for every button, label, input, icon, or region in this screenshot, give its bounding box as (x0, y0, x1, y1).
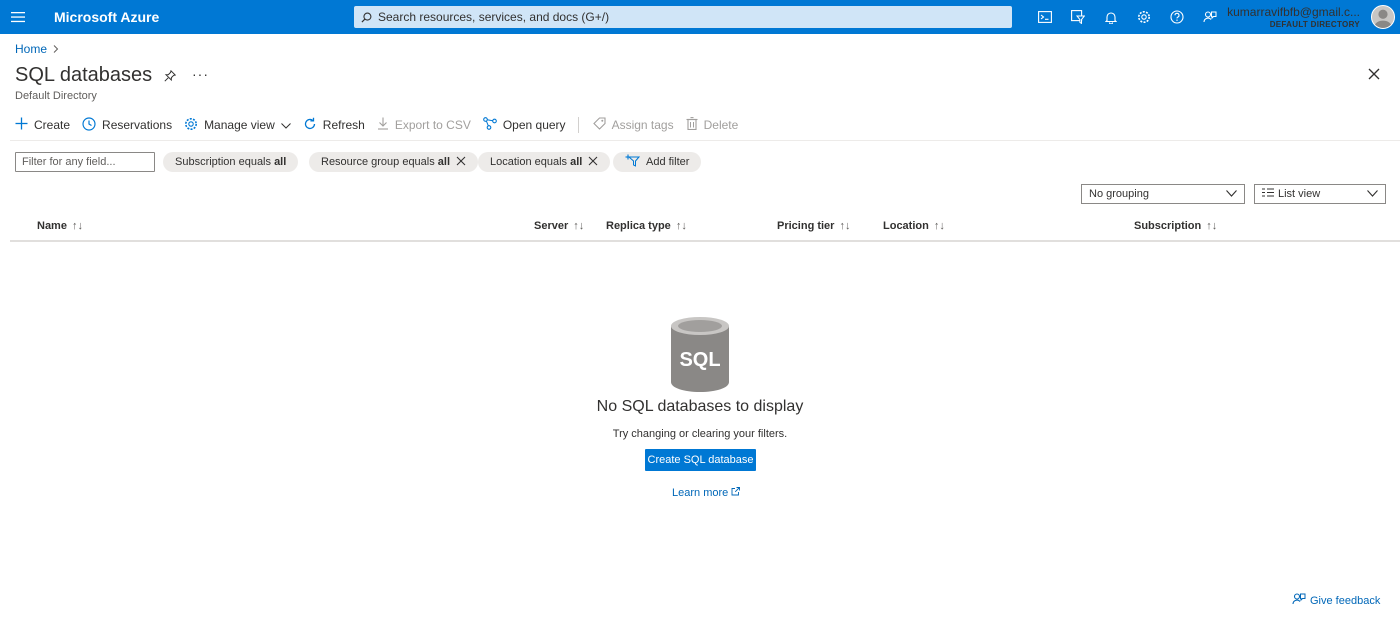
toolbar-divider (577, 117, 579, 133)
toolbar-divider-line (10, 140, 1400, 141)
location-filter-pill[interactable]: Location equals all (478, 152, 611, 172)
column-header-subscription[interactable]: Subscription ↑↓ (1134, 220, 1217, 232)
chevron-down-icon (280, 118, 291, 132)
learn-more-link[interactable]: Learn more (672, 487, 741, 499)
feedback-icon[interactable] (1193, 0, 1226, 34)
remove-filter-icon[interactable] (588, 156, 598, 169)
external-link-icon (731, 487, 741, 499)
help-icon[interactable] (1160, 0, 1193, 34)
azure-brand-link[interactable]: Microsoft Azure (54, 9, 344, 25)
reservations-label: Reservations (102, 118, 173, 132)
avatar[interactable] (1371, 5, 1395, 29)
resource-group-filter-pill[interactable]: Resource group equals all (309, 152, 479, 172)
notifications-icon[interactable] (1094, 0, 1127, 34)
breadcrumb-home-link[interactable]: Home (15, 42, 47, 56)
delete-label: Delete (703, 118, 739, 132)
create-sql-database-button[interactable]: Create SQL database (645, 449, 756, 471)
more-options-icon[interactable]: ··· (192, 66, 209, 82)
list-icon (1262, 188, 1274, 200)
column-header-location[interactable]: Location ↑↓ (883, 220, 945, 232)
sql-database-icon: SQL (670, 316, 730, 397)
page-title: SQL databases (15, 64, 153, 86)
chevron-right-icon (53, 42, 59, 56)
resource-group-filter-label: Resource group equals all (321, 156, 451, 168)
grouping-dropdown[interactable]: No grouping (1081, 184, 1245, 204)
account-menu[interactable]: kumarravifbfb@gmail.c... DEFAULT DIRECTO… (1227, 6, 1360, 29)
sort-icon: ↑↓ (573, 220, 585, 232)
view-mode-dropdown[interactable]: List view (1254, 184, 1386, 204)
search-placeholder: Search resources, services, and docs (G+… (378, 10, 610, 24)
view-mode-selected: List view (1262, 188, 1320, 200)
command-bar: Create Reservations Manage view Refresh … (15, 114, 750, 136)
refresh-button[interactable]: Refresh (303, 117, 365, 134)
remove-filter-icon[interactable] (456, 156, 466, 169)
cloud-shell-icon[interactable] (1028, 0, 1061, 34)
column-header-replica-type[interactable]: Replica type ↑↓ (606, 220, 687, 232)
add-filter-icon (625, 154, 641, 170)
manage-view-label: Manage view (204, 118, 275, 132)
subscription-filter-label: Subscription equals all (175, 156, 287, 168)
delete-button[interactable]: Delete (686, 117, 739, 133)
sort-icon: ↑↓ (1206, 220, 1218, 232)
download-icon (377, 117, 389, 133)
learn-more-label: Learn more (672, 487, 729, 499)
sort-icon: ↑↓ (839, 220, 851, 232)
gear-icon (184, 117, 198, 134)
assign-tags-button[interactable]: Assign tags (592, 117, 674, 133)
empty-state-title: No SQL databases to display (596, 398, 804, 415)
trash-icon (686, 117, 698, 133)
search-icon (354, 12, 378, 23)
page-subtitle: Default Directory (15, 90, 97, 102)
grid-header: Name ↑↓ Server ↑↓ Replica type ↑↓ Pricing t… (10, 212, 1400, 242)
refresh-icon (303, 117, 317, 134)
export-csv-button[interactable]: Export to CSV (377, 117, 471, 133)
sql-icon-text: SQL (679, 349, 720, 371)
give-feedback-label: Give feedback (1310, 594, 1381, 607)
top-icon-group (1028, 0, 1226, 34)
subscription-filter-pill[interactable]: Subscription equals all (163, 152, 299, 172)
settings-icon[interactable] (1127, 0, 1160, 34)
reservations-button[interactable]: Reservations (82, 116, 173, 134)
open-query-button[interactable]: Open query (482, 117, 566, 133)
assign-tags-label: Assign tags (611, 118, 674, 132)
close-icon[interactable] (1368, 68, 1380, 83)
sort-icon: ↑↓ (933, 220, 945, 232)
resource-group-filter-value: all (437, 156, 451, 168)
clock-icon (82, 116, 96, 134)
location-filter-label: Location equals all (490, 156, 583, 168)
filter-input[interactable]: Filter for any field... (15, 152, 155, 172)
chevron-down-icon (1367, 188, 1378, 200)
sort-icon: ↑↓ (675, 220, 687, 232)
chevron-down-icon (1226, 188, 1237, 200)
account-email: kumarravifbfb@gmail.c... (1227, 5, 1360, 19)
grouping-value: No grouping (1089, 188, 1149, 200)
add-filter-label: Add filter (646, 156, 690, 168)
subscription-filter-value: all (274, 156, 287, 168)
global-search-input[interactable]: Search resources, services, and docs (G+… (354, 6, 1012, 28)
create-label: Create (34, 118, 71, 132)
add-filter-button[interactable]: Add filter (613, 152, 702, 172)
export-csv-label: Export to CSV (394, 118, 471, 132)
account-directory: DEFAULT DIRECTORY (1269, 20, 1360, 29)
manage-view-button[interactable]: Manage view (184, 117, 291, 134)
view-mode-value: List view (1278, 188, 1321, 200)
plus-icon (15, 117, 28, 133)
column-header-pricing-tier[interactable]: Pricing tier ↑↓ (777, 220, 850, 232)
tag-icon (592, 117, 606, 133)
location-filter-value: all (570, 156, 583, 168)
empty-state-subtitle: Try changing or clearing your filters. (612, 428, 788, 440)
breadcrumb: Home (15, 42, 59, 56)
portal-menu-icon[interactable] (0, 0, 36, 34)
column-header-name[interactable]: Name ↑↓ (37, 220, 83, 232)
give-feedback-link[interactable]: Give feedback (1292, 592, 1380, 609)
pin-icon[interactable] (164, 69, 177, 85)
feedback-icon (1292, 592, 1306, 609)
create-button[interactable]: Create (15, 117, 70, 133)
directory-filter-icon[interactable] (1061, 0, 1094, 34)
sort-icon: ↑↓ (71, 220, 83, 232)
refresh-label: Refresh (322, 118, 365, 132)
query-icon (482, 117, 497, 133)
column-header-server[interactable]: Server ↑↓ (534, 220, 584, 232)
open-query-label: Open query (502, 118, 566, 132)
